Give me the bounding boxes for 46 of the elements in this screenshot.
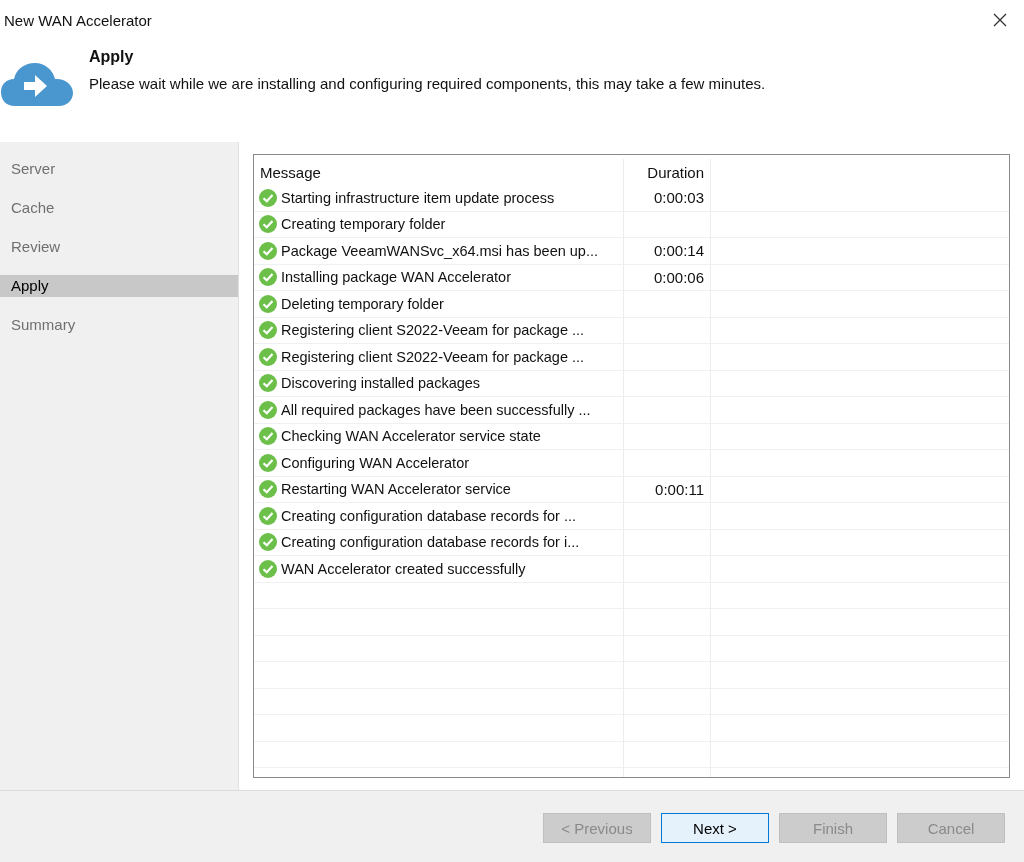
duration-text: 0:00:06 [653, 268, 704, 286]
check-circle-icon [259, 215, 277, 234]
check-circle-icon [259, 321, 277, 340]
check-circle-icon [259, 427, 277, 446]
check-circle-icon [259, 241, 277, 260]
wizard-step[interactable]: Cache [0, 197, 238, 219]
log-message: Restarting WAN Accelerator service [281, 481, 511, 498]
close-icon[interactable] [993, 13, 1007, 27]
check-circle-icon [259, 559, 277, 578]
duration-text: 0:00:11 [655, 480, 704, 498]
log-message: All required packages have been successfully ... [281, 401, 591, 418]
wizard-step[interactable]: Summary [0, 314, 238, 336]
check-circle-icon [259, 400, 277, 419]
check-circle-icon [259, 294, 277, 313]
log-message: Installing package WAN Accelerator [281, 269, 511, 286]
log-message: Creating temporary folder [281, 216, 446, 233]
duration-text: 0:00:14 [653, 242, 704, 260]
check-circle-icon [259, 347, 277, 366]
log-message: Deleting temporary folder [281, 295, 444, 312]
log-message: Registering client S2022-Veeam for package ... [281, 322, 585, 339]
log-message: WAN Accelerator created successfully [281, 560, 526, 577]
wizard-button[interactable]: Next > [661, 813, 769, 843]
log-message: Checking WAN Accelerator service state [281, 428, 541, 445]
log-message: Discovering installed packages [281, 375, 481, 392]
duration-text: 0:00:03 [653, 189, 704, 207]
window-title: New WAN Accelerator [4, 11, 152, 29]
check-circle-icon [259, 188, 277, 207]
log-message: Package VeeamWANSvc_x64.msi has been up... [281, 242, 599, 259]
check-circle-icon [259, 533, 277, 552]
check-circle-icon [259, 453, 277, 472]
check-circle-icon [259, 268, 277, 287]
column-header[interactable]: Duration [624, 159, 711, 185]
wizard-step[interactable]: Apply [0, 275, 238, 297]
check-circle-icon [259, 374, 277, 393]
log-message: Creating configuration database records for i... [281, 534, 580, 551]
wizard-step[interactable]: Review [0, 236, 238, 258]
log-message: Creating configuration database records for ... [281, 507, 576, 524]
page-title: Apply [89, 48, 135, 66]
page-description: Please wait while we are installing and configuring required components, this may take a few minutes. [89, 75, 766, 92]
wizard-step[interactable]: Server [0, 158, 238, 180]
log-message: Starting infrastructure item update process [281, 189, 555, 206]
column-header[interactable]: Message [254, 159, 624, 185]
check-circle-icon [259, 506, 277, 525]
log-message: Configuring WAN Accelerator [281, 454, 470, 471]
log-message: Registering client S2022-Veeam for package ... [281, 348, 585, 365]
check-circle-icon [259, 480, 277, 499]
